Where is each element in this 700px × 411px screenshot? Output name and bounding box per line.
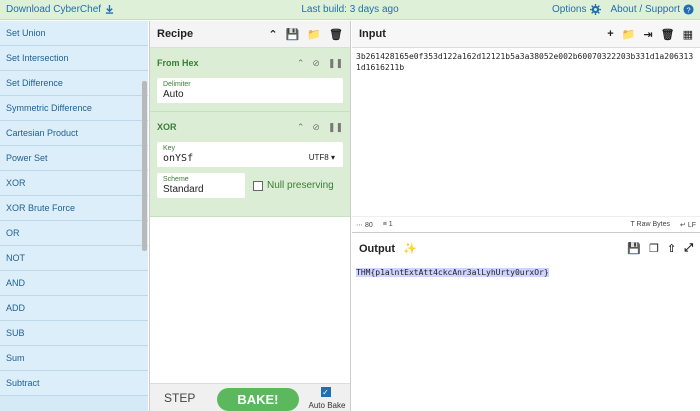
- operation-item[interactable]: Sum: [0, 346, 148, 371]
- operation-item[interactable]: Set Difference: [0, 71, 148, 96]
- svg-text:?: ?: [686, 5, 690, 14]
- scheme-value: Standard: [163, 184, 204, 195]
- key-encoding: UTF8: [308, 153, 329, 162]
- scrollbar[interactable]: [142, 81, 147, 251]
- key-encoding-select[interactable]: UTF8 ▾: [309, 153, 335, 162]
- eol-toggle[interactable]: ↵ LF: [680, 221, 696, 229]
- key-label: Key: [163, 145, 176, 152]
- checkmark-icon[interactable]: ✓: [320, 386, 331, 397]
- bake-bar: STEP BAKE! ✓ Auto Bake: [150, 383, 350, 411]
- operation-item[interactable]: AND: [0, 271, 148, 296]
- xor-operation: XOR ⌃ ⊘ ❚❚ Key onYSf UTF8 ▾ Scheme Stand…: [150, 112, 350, 217]
- maximize-icon[interactable]: ⤢: [684, 242, 693, 255]
- operation-item[interactable]: Symmetric Difference: [0, 96, 148, 121]
- folder-icon[interactable]: 📁: [307, 28, 321, 41]
- save-icon[interactable]: 💾: [627, 242, 641, 255]
- trash-icon[interactable]: 🗑: [661, 28, 675, 41]
- copy-icon[interactable]: ❐: [649, 242, 659, 255]
- input-header: Input + 📁 ⇥ 🗑 ▦: [352, 21, 700, 48]
- save-icon[interactable]: 💾: [286, 28, 300, 41]
- chevron-up-icon[interactable]: ⌃: [268, 28, 277, 41]
- delimiter-label: Delimiter: [163, 81, 191, 88]
- operation-item[interactable]: Subtract: [0, 371, 148, 396]
- input-title: Input: [359, 28, 386, 40]
- layout-icon[interactable]: ▦: [683, 28, 693, 41]
- operation-item[interactable]: NOT: [0, 246, 148, 271]
- operation-item[interactable]: XOR Brute Force: [0, 196, 148, 221]
- operation-item[interactable]: Set Union: [0, 21, 148, 46]
- operation-item[interactable]: SUB: [0, 321, 148, 346]
- scheme-select[interactable]: Scheme Standard: [157, 173, 245, 198]
- disable-icon[interactable]: ⊘: [312, 58, 320, 69]
- replace-input-icon[interactable]: ⇧: [667, 242, 676, 255]
- delimiter-value: Auto: [163, 89, 184, 100]
- import-icon[interactable]: ⇥: [643, 28, 652, 41]
- help-icon: ?: [683, 4, 694, 15]
- lines-indicator: ≡ 1: [382, 221, 393, 228]
- auto-bake-toggle[interactable]: ✓ Auto Bake: [309, 384, 345, 411]
- about-label: About / Support: [610, 4, 681, 15]
- raw-bytes-toggle[interactable]: T Raw Bytes: [630, 221, 670, 229]
- delimiter-select[interactable]: Delimiter Auto: [157, 78, 343, 103]
- top-bar: Download CyberChef Last build: 3 days ag…: [0, 0, 700, 20]
- checkbox-box[interactable]: [253, 180, 263, 191]
- pause-icon[interactable]: ❚❚: [328, 122, 343, 133]
- input-textarea[interactable]: 3b261428165e0f353d122a162d12121b5a3a3805…: [352, 48, 700, 216]
- download-label: Download CyberChef: [6, 4, 102, 15]
- raw-bytes-label: Raw Bytes: [636, 220, 671, 228]
- options-label: Options: [552, 4, 587, 15]
- recipe-panel: Recipe ⌃ 💾 📁 🗑 From Hex ⌃ ⊘ ❚❚ Delimiter…: [149, 21, 351, 411]
- magic-wand-icon[interactable]: ✨: [403, 242, 417, 255]
- output-title: Output: [359, 242, 396, 255]
- pause-icon[interactable]: ❚❚: [328, 58, 343, 69]
- io-panel: Input + 📁 ⇥ 🗑 ▦ 3b261428165e0f353d122a16…: [352, 21, 700, 411]
- scheme-label: Scheme: [163, 176, 189, 183]
- key-input[interactable]: Key onYSf UTF8 ▾: [157, 142, 343, 167]
- from-hex-operation: From Hex ⌃ ⊘ ❚❚ Delimiter Auto: [150, 48, 350, 112]
- download-icon: [105, 5, 114, 14]
- bake-button[interactable]: BAKE!: [217, 388, 299, 411]
- step-button[interactable]: STEP: [164, 391, 195, 405]
- auto-bake-label: Auto Bake: [308, 400, 346, 410]
- operation-item[interactable]: Set Intersection: [0, 46, 148, 71]
- operation-item[interactable]: Cartesian Product: [0, 121, 148, 146]
- operation-item[interactable]: OR: [0, 221, 148, 246]
- disable-icon[interactable]: ⊘: [312, 122, 320, 133]
- chevron-up-icon[interactable]: ⌃: [297, 122, 305, 133]
- about-link[interactable]: About / Support ?: [611, 4, 695, 15]
- options-link[interactable]: Options: [552, 4, 601, 15]
- recipe-title: Recipe: [157, 28, 194, 40]
- operations-list: Set Union Set Intersection Set Differenc…: [0, 21, 148, 411]
- chevron-up-icon[interactable]: ⌃: [297, 58, 305, 69]
- folder-icon[interactable]: 📁: [622, 28, 636, 41]
- xor-title: XOR: [157, 122, 177, 132]
- null-preserving-checkbox[interactable]: Null preserving: [253, 180, 334, 191]
- add-icon[interactable]: +: [607, 28, 613, 41]
- from-hex-title: From Hex: [157, 58, 199, 68]
- eol-label: LF: [687, 221, 696, 229]
- recipe-header: Recipe ⌃ 💾 📁 🗑: [150, 21, 350, 48]
- length-value: 80: [364, 221, 373, 229]
- output-header: Output ✨ 💾 ❐ ⇧ ⤢: [352, 235, 700, 262]
- length-indicator: ⋯ 80: [356, 221, 373, 229]
- operation-item[interactable]: ADD: [0, 296, 148, 321]
- null-preserving-label: Null preserving: [267, 180, 334, 191]
- gear-icon: [589, 4, 601, 15]
- trash-icon[interactable]: 🗑: [329, 28, 343, 41]
- download-link[interactable]: Download CyberChef: [6, 4, 114, 15]
- input-status-bar: ⋯ 80 ≡ 1 T Raw Bytes ↵ LF: [352, 216, 700, 232]
- output-value: THM{p1alntExtAtt4ckcAnr3alLyhUrty0urxOr}: [356, 268, 549, 277]
- operation-item[interactable]: Power Set: [0, 146, 148, 171]
- operation-item[interactable]: XOR: [0, 171, 148, 196]
- lines-value: 1: [388, 221, 393, 228]
- output-text[interactable]: THM{p1alntExtAtt4ckcAnr3alLyhUrty0urxOr}: [352, 262, 700, 283]
